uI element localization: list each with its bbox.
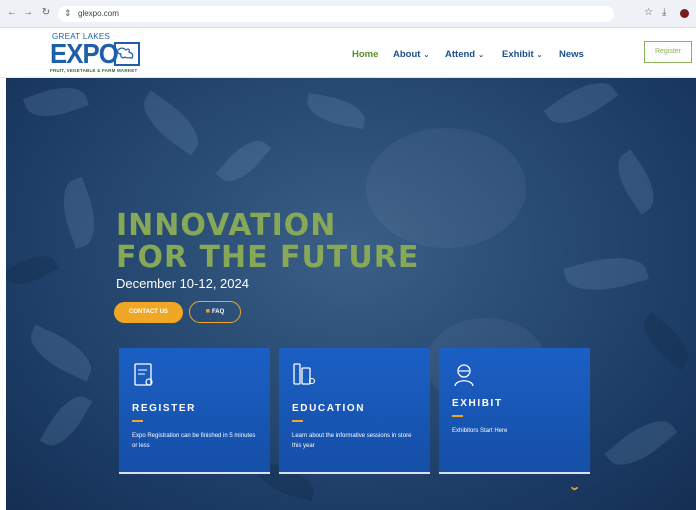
exhibit-card-title: EXHIBIT [452,398,503,409]
education-card-description: Learn about the informative sessions in … [292,433,412,449]
document-certificate-icon [132,362,156,388]
bookmark-star-icon[interactable]: ☆ [644,7,653,19]
hero-headline-line2: FOR THE FUTURE [116,240,420,275]
leaf-decoration [607,149,665,215]
nav-attend-label: Attend [445,49,476,60]
nav-about-label: About [393,49,421,60]
logo-main-text: EXPO [50,38,119,69]
faq-button[interactable]: ■ FAQ [189,301,241,323]
event-date: December 10-12, 2024 [116,276,249,291]
exhibitor-person-icon [452,362,476,388]
nav-exhibit-label: Exhibit [502,49,534,60]
leaf-decoration [604,409,678,477]
nav-about[interactable]: About ⌄ [393,49,429,60]
forward-icon[interactable]: → [22,7,34,19]
card-accent-bar [132,420,143,422]
nav-news[interactable]: News [559,49,584,60]
leaf-decoration [23,78,89,126]
nav-home-label: Home [352,49,379,60]
register-card-description: Expo Registration can be finished in 5 m… [132,433,256,449]
hero-headline-line1: INNOVATION [116,208,337,243]
url-text: glexpo.com [78,9,119,18]
chevron-down-icon: ⌄ [536,52,543,59]
leaf-decoration [543,78,619,136]
reload-icon[interactable]: ↻ [40,7,52,19]
exhibit-card-description: Exhibitors Start Here [452,428,508,434]
contact-us-button[interactable]: CONTACT US [114,302,183,323]
chevron-down-icon: ⌄ [478,52,484,59]
education-card-title: EDUCATION [292,403,366,414]
leaf-decoration [133,90,209,156]
profile-avatar[interactable] [680,9,689,18]
faq-label: FAQ [211,309,225,315]
nav-news-label: News [559,49,584,60]
card-accent-bar [292,420,303,422]
site-info-icon[interactable]: ⇕ [64,8,72,19]
site-header: GREAT LAKES EXPO FRUIT, VEGETABLE & FARM… [0,28,696,78]
browser-toolbar: ← → ↻ ⇕ glexpo.com ☆ ⤓ [0,0,696,28]
leaf-decoration [39,388,93,454]
address-bar[interactable]: ⇕ glexpo.com [58,6,614,22]
register-card[interactable]: REGISTER Expo Registration can be finish… [119,348,270,474]
download-icon[interactable]: ⤓ [662,7,666,19]
site-logo[interactable]: GREAT LAKES EXPO FRUIT, VEGETABLE & FARM… [48,32,144,74]
leaf-decoration [53,176,105,250]
nav-exhibit[interactable]: Exhibit ⌄ [502,49,543,60]
nav-home[interactable]: Home [352,49,378,60]
hero-section: INNOVATION FOR THE FUTURE December 10-12… [6,78,696,510]
nav-attend[interactable]: Attend ⌄ [445,49,484,60]
scroll-down-chevron-icon[interactable]: ⌄ [568,480,581,493]
faq-book-icon: ■ [205,308,210,315]
leaf-decoration [6,247,59,293]
leaf-decoration [215,131,272,191]
card-accent-bar [452,415,463,417]
leaf-decoration [304,92,368,130]
education-card[interactable]: EDUCATION Learn about the informative se… [279,348,430,474]
leaf-decoration [563,248,649,300]
register-card-title: REGISTER [132,403,196,414]
great-lakes-map-icon [114,42,140,66]
register-button[interactable]: Register [644,41,692,63]
logo-sub-text: FRUIT, VEGETABLE & FARM MARKET [50,68,138,73]
chevron-down-icon: ⌄ [423,52,430,59]
background-glow [366,128,526,248]
leaf-decoration [634,311,696,371]
notebook-pencil-icon [292,362,316,388]
leaf-decoration [22,324,100,382]
back-icon[interactable]: ← [6,7,18,19]
exhibit-card[interactable]: EXHIBIT Exhibitors Start Here [439,348,590,474]
